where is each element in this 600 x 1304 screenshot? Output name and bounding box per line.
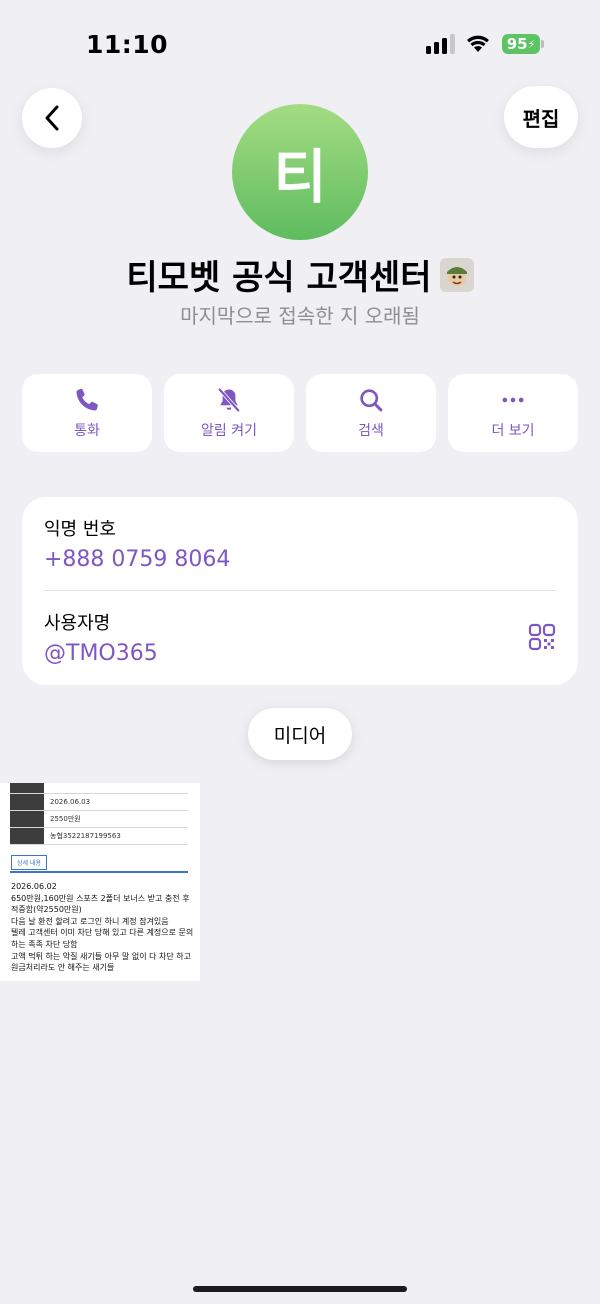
thumbnail-line: 하는 족족 차단 당함 [11,939,78,949]
search-label: 검색 [358,423,384,439]
more-icon [502,397,524,403]
thumbnail-table: 2026.06.03 2550만원 농협3522187199563 [10,783,188,845]
unmute-label: 알림 켜기 [201,423,257,439]
cellular-signal-icon [426,34,456,54]
media-thumbnail[interactable]: 2026.06.03 2550만원 농협3522187199563 상세 내용 … [0,783,200,981]
phone-label: 익명 번호 [44,519,116,540]
thumbnail-row: 농협3522187199563 [10,828,188,845]
call-label: 통화 [74,423,100,439]
thumbnail-key [10,783,44,793]
thumbnail-text: 2026.06.02 650만원,160만원 스포츠 2폴더 보너스 받고 충전… [11,881,197,974]
chevron-left-icon [45,105,59,131]
username-field[interactable]: 사용자명 @TMO365 [44,609,158,666]
username-value[interactable]: @TMO365 [44,641,158,666]
status-bar: 11:10 95 ⚡ [0,0,600,90]
username-label: 사용자명 [44,613,111,634]
avatar[interactable]: 티 [232,104,368,240]
thumbnail-row: 2550만원 [10,811,188,828]
edit-button[interactable]: 편집 [504,86,578,148]
thumbnail-row [10,783,188,794]
wifi-icon [467,35,489,52]
media-tab[interactable]: 미디어 [248,708,352,760]
phone-field[interactable]: 익명 번호 +888 0759 8064 [44,515,230,572]
thumbnail-key [10,811,44,827]
thumbnail-divider [10,871,188,873]
divider [44,590,556,591]
bell-slash-icon [217,387,241,413]
thumbnail-value: 2550만원 [50,815,81,823]
thumbnail-tab: 상세 내용 [11,855,47,870]
thumbnail-line: 적중함(약2550만원) [11,905,82,915]
last-seen-status: 마지막으로 접속한 지 오래됨 [180,304,420,328]
search-button[interactable]: 검색 [306,374,436,452]
phone-icon [76,388,98,411]
status-time: 11:10 [86,30,169,59]
profile-name-row: 티모벳 공식 고객센터 [0,250,600,299]
thumbnail-value: 2026.06.03 [50,798,91,806]
thumbnail-line: 고액 먹튀 하는 악질 새기들 아무 말 없이 다 차단 하고 [11,951,191,961]
thumbnail-line: 텔레 고객센터 이미 차단 당해 있고 다른 계정으로 문의 [11,928,194,938]
thumbnail-line: 원금처리라도 안 해주는 새기들 [11,963,115,973]
thumbnail-value: 농협3522187199563 [50,832,121,840]
back-button[interactable] [22,88,82,148]
more-label: 더 보기 [491,423,535,439]
thumbnail-row: 2026.06.03 [10,794,188,811]
phone-value[interactable]: +888 0759 8064 [44,547,230,572]
home-indicator[interactable] [193,1286,407,1292]
thumbnail-key [10,794,44,810]
unmute-button[interactable]: 알림 켜기 [164,374,294,452]
action-buttons: 통화 알림 켜기 검색 더 보기 [22,374,578,452]
thumbnail-line: 650만원,160만원 스포츠 2폴더 보너스 받고 충전 후 [11,893,190,903]
more-button[interactable]: 더 보기 [448,374,578,452]
thumbnail-key [10,828,44,844]
charging-icon: ⚡ [527,37,536,51]
profile-name: 티모벳 공식 고객센터 [126,258,432,298]
thumbnail-line: 다음 날 환전 할려고 로그인 하니 계정 잠겨있음 [11,916,169,926]
thumbnail-line: 2026.06.02 [11,882,57,891]
battery-level: 95 [506,35,528,53]
contact-info-card: 익명 번호 +888 0759 8064 사용자명 @TMO365 [22,497,578,685]
search-icon [360,389,383,412]
qr-code-icon[interactable] [528,623,556,651]
call-button[interactable]: 통화 [22,374,152,452]
emoji-status-icon[interactable] [439,257,474,292]
battery-icon: 95 ⚡ [502,34,540,54]
battery-tip [541,40,544,48]
